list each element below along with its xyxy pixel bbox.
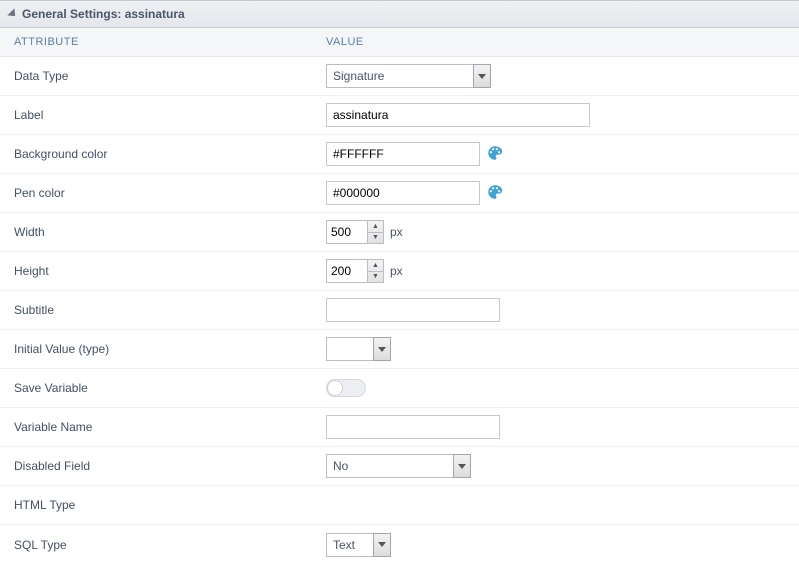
row-subtitle: Subtitle bbox=[0, 291, 799, 330]
row-variable-name: Variable Name bbox=[0, 408, 799, 447]
label-sql-type: SQL Type bbox=[0, 538, 320, 552]
save-variable-toggle[interactable] bbox=[326, 379, 366, 397]
variable-name-input[interactable] bbox=[326, 415, 500, 439]
collapse-icon bbox=[7, 8, 18, 19]
sql-type-select[interactable]: Text bbox=[326, 533, 391, 557]
row-initial-value: Initial Value (type) bbox=[0, 330, 799, 369]
row-disabled-field: Disabled Field No bbox=[0, 447, 799, 486]
chevron-down-icon bbox=[473, 64, 491, 88]
width-input[interactable] bbox=[327, 221, 367, 243]
disabled-field-select-value: No bbox=[326, 454, 454, 478]
label-label: Label bbox=[0, 108, 320, 122]
label-input[interactable] bbox=[326, 103, 590, 127]
label-height: Height bbox=[0, 264, 320, 278]
label-data-type: Data Type bbox=[0, 69, 320, 83]
stepper-down-icon[interactable]: ▼ bbox=[368, 233, 383, 244]
label-background-color: Background color bbox=[0, 147, 320, 161]
label-subtitle: Subtitle bbox=[0, 303, 320, 317]
chevron-down-icon bbox=[373, 533, 391, 557]
column-header-attribute: ATTRIBUTE bbox=[0, 36, 320, 48]
chevron-down-icon bbox=[453, 454, 471, 478]
label-html-type: HTML Type bbox=[0, 498, 320, 512]
row-pen-color: Pen color bbox=[0, 174, 799, 213]
palette-icon[interactable] bbox=[486, 144, 504, 165]
pen-color-input[interactable] bbox=[326, 181, 480, 205]
sql-type-select-value: Text bbox=[326, 533, 374, 557]
row-height: Height ▲ ▼ px bbox=[0, 252, 799, 291]
data-type-select-value: Signature bbox=[326, 64, 474, 88]
stepper-down-icon[interactable]: ▼ bbox=[368, 272, 383, 283]
label-initial-value: Initial Value (type) bbox=[0, 342, 320, 356]
row-save-variable: Save Variable bbox=[0, 369, 799, 408]
width-unit: px bbox=[390, 225, 403, 239]
height-stepper[interactable]: ▲ ▼ bbox=[326, 259, 384, 283]
chevron-down-icon bbox=[373, 337, 391, 361]
stepper-up-icon[interactable]: ▲ bbox=[368, 221, 383, 233]
panel-header[interactable]: General Settings: assinatura bbox=[0, 0, 799, 28]
palette-icon[interactable] bbox=[486, 183, 504, 204]
row-sql-type: SQL Type Text bbox=[0, 525, 799, 564]
label-disabled-field: Disabled Field bbox=[0, 459, 320, 473]
columns-header: ATTRIBUTE VALUE bbox=[0, 28, 799, 57]
height-input[interactable] bbox=[327, 260, 367, 282]
column-header-value: VALUE bbox=[320, 36, 799, 48]
data-type-select[interactable]: Signature bbox=[326, 64, 491, 88]
label-variable-name: Variable Name bbox=[0, 420, 320, 434]
background-color-input[interactable] bbox=[326, 142, 480, 166]
label-save-variable: Save Variable bbox=[0, 381, 320, 395]
initial-value-select[interactable] bbox=[326, 337, 391, 361]
panel-title: General Settings: assinatura bbox=[22, 7, 185, 21]
subtitle-input[interactable] bbox=[326, 298, 500, 322]
height-unit: px bbox=[390, 264, 403, 278]
disabled-field-select[interactable]: No bbox=[326, 454, 471, 478]
row-label: Label bbox=[0, 96, 799, 135]
row-html-type: HTML Type bbox=[0, 486, 799, 525]
row-width: Width ▲ ▼ px bbox=[0, 213, 799, 252]
label-pen-color: Pen color bbox=[0, 186, 320, 200]
toggle-knob bbox=[327, 380, 343, 396]
initial-value-select-value bbox=[326, 337, 374, 361]
stepper-up-icon[interactable]: ▲ bbox=[368, 260, 383, 272]
row-background-color: Background color bbox=[0, 135, 799, 174]
width-stepper[interactable]: ▲ ▼ bbox=[326, 220, 384, 244]
label-width: Width bbox=[0, 225, 320, 239]
row-data-type: Data Type Signature bbox=[0, 57, 799, 96]
